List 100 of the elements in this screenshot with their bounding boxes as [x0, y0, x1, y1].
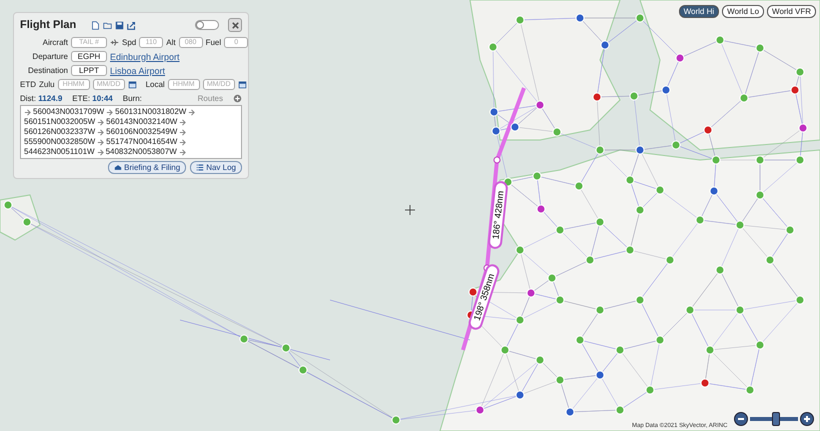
calendar-icon[interactable] [128, 80, 137, 89]
airport-marker[interactable] [676, 54, 684, 62]
airport-marker[interactable] [662, 86, 670, 94]
airport-marker[interactable] [798, 124, 808, 132]
airport-marker[interactable] [500, 346, 510, 354]
airport-marker[interactable] [630, 92, 638, 100]
airport-marker[interactable] [488, 42, 498, 52]
airport-marker[interactable] [536, 100, 544, 110]
airport-marker[interactable] [686, 306, 694, 314]
airport-marker[interactable] [786, 226, 794, 234]
airport-marker[interactable] [706, 346, 714, 354]
airport-marker[interactable] [516, 390, 524, 400]
airport-marker[interactable] [468, 288, 478, 296]
airport-marker[interactable] [756, 190, 764, 200]
airport-marker[interactable] [566, 408, 574, 416]
airport-marker[interactable] [756, 156, 764, 164]
airport-marker[interactable] [536, 204, 546, 214]
airport-marker[interactable] [490, 108, 498, 116]
airport-marker[interactable] [596, 370, 604, 380]
airport-marker[interactable] [556, 296, 564, 304]
airport-marker[interactable] [22, 218, 32, 226]
airport-marker[interactable] [736, 220, 744, 230]
airport-marker[interactable] [796, 296, 804, 304]
airport-marker[interactable] [532, 172, 542, 180]
airport-marker[interactable] [574, 182, 584, 190]
calendar-icon[interactable] [238, 80, 247, 89]
airport-marker[interactable] [666, 256, 674, 264]
airport-marker[interactable] [796, 68, 804, 76]
airport-marker[interactable] [596, 218, 604, 226]
airport-marker[interactable] [536, 356, 544, 364]
airport-marker[interactable] [704, 126, 712, 134]
airport-marker[interactable] [492, 126, 500, 136]
airport-marker[interactable] [712, 156, 720, 164]
airport-marker[interactable] [556, 376, 564, 384]
airport-marker[interactable] [596, 306, 604, 314]
airport-marker[interactable] [656, 186, 664, 194]
close-button[interactable] [228, 18, 242, 32]
map-layer-button[interactable]: World Hi [678, 5, 720, 18]
airport-marker[interactable] [592, 92, 602, 102]
airport-marker[interactable] [756, 44, 764, 52]
airport-marker[interactable] [616, 346, 624, 354]
briefing-button[interactable]: Briefing & Filing [108, 161, 186, 174]
airport-marker[interactable] [736, 306, 744, 314]
destination-field[interactable]: LPPT [71, 65, 107, 76]
airport-marker[interactable] [552, 128, 562, 136]
airport-marker[interactable] [626, 246, 634, 254]
map-layer-button[interactable]: World Lo [722, 5, 764, 18]
airport-marker[interactable] [576, 336, 584, 344]
airport-marker[interactable] [516, 316, 524, 324]
airport-marker[interactable] [656, 336, 664, 344]
airport-marker[interactable] [298, 366, 308, 374]
airport-marker[interactable] [4, 200, 12, 210]
nav-log-button[interactable]: Nav Log [190, 161, 242, 174]
airport-marker[interactable] [626, 176, 634, 184]
airport-marker[interactable] [646, 386, 654, 394]
airport-marker[interactable] [716, 36, 724, 44]
new-file-icon[interactable] [91, 20, 100, 30]
airport-marker[interactable] [672, 140, 680, 150]
airport-marker[interactable] [240, 334, 248, 344]
airport-marker[interactable] [756, 340, 764, 350]
airport-marker[interactable] [556, 226, 564, 234]
plus-icon[interactable] [233, 94, 242, 103]
airport-marker[interactable] [576, 14, 584, 22]
airport-marker[interactable] [696, 216, 704, 224]
airport-marker[interactable] [740, 94, 748, 102]
airport-marker[interactable] [636, 14, 644, 22]
airport-marker[interactable] [282, 344, 290, 352]
airport-marker[interactable] [526, 288, 536, 298]
airport-marker[interactable] [790, 86, 800, 94]
airport-marker[interactable] [716, 266, 724, 274]
slider-handle[interactable] [772, 412, 780, 426]
distance-text: Dist: 1124.9 [20, 94, 62, 103]
airport-marker[interactable] [548, 274, 556, 282]
airport-link[interactable]: Edinburgh Airport [110, 52, 180, 62]
airport-marker[interactable] [710, 186, 718, 196]
waypoint-marker[interactable] [494, 156, 500, 164]
airport-marker[interactable] [636, 206, 644, 214]
airport-marker[interactable] [746, 386, 754, 394]
airport-marker[interactable] [796, 156, 804, 164]
airport-marker[interactable] [516, 16, 524, 24]
airport-marker[interactable] [392, 416, 400, 424]
toggle-switch[interactable] [195, 20, 219, 30]
airport-marker[interactable] [766, 256, 774, 264]
map-layer-button[interactable]: World VFR [767, 5, 816, 18]
airport-marker[interactable] [476, 406, 484, 414]
airport-marker[interactable] [636, 296, 644, 304]
folder-icon[interactable] [103, 20, 112, 30]
airport-marker[interactable] [516, 246, 524, 254]
share-icon[interactable] [127, 20, 136, 30]
airport-marker[interactable] [636, 146, 644, 154]
departure-field[interactable]: EGPH [71, 51, 107, 62]
airport-marker[interactable] [700, 378, 710, 388]
airport-marker[interactable] [596, 146, 604, 154]
route-text-area[interactable]: 560043N0031709W 560131N0031802W 560151N0032005W 560143N0032140W 560126N0032337W 560106N0032549W 555900N0032850W 551747N0041654W 544623N0051101W 540832N0053807W [20, 105, 242, 159]
save-icon[interactable] [115, 20, 124, 30]
airport-link[interactable]: Lisboa Airport [110, 66, 166, 76]
airport-marker[interactable] [616, 406, 624, 414]
airport-marker[interactable] [586, 256, 594, 264]
airport-marker[interactable] [600, 40, 610, 50]
airport-marker[interactable] [510, 122, 520, 132]
